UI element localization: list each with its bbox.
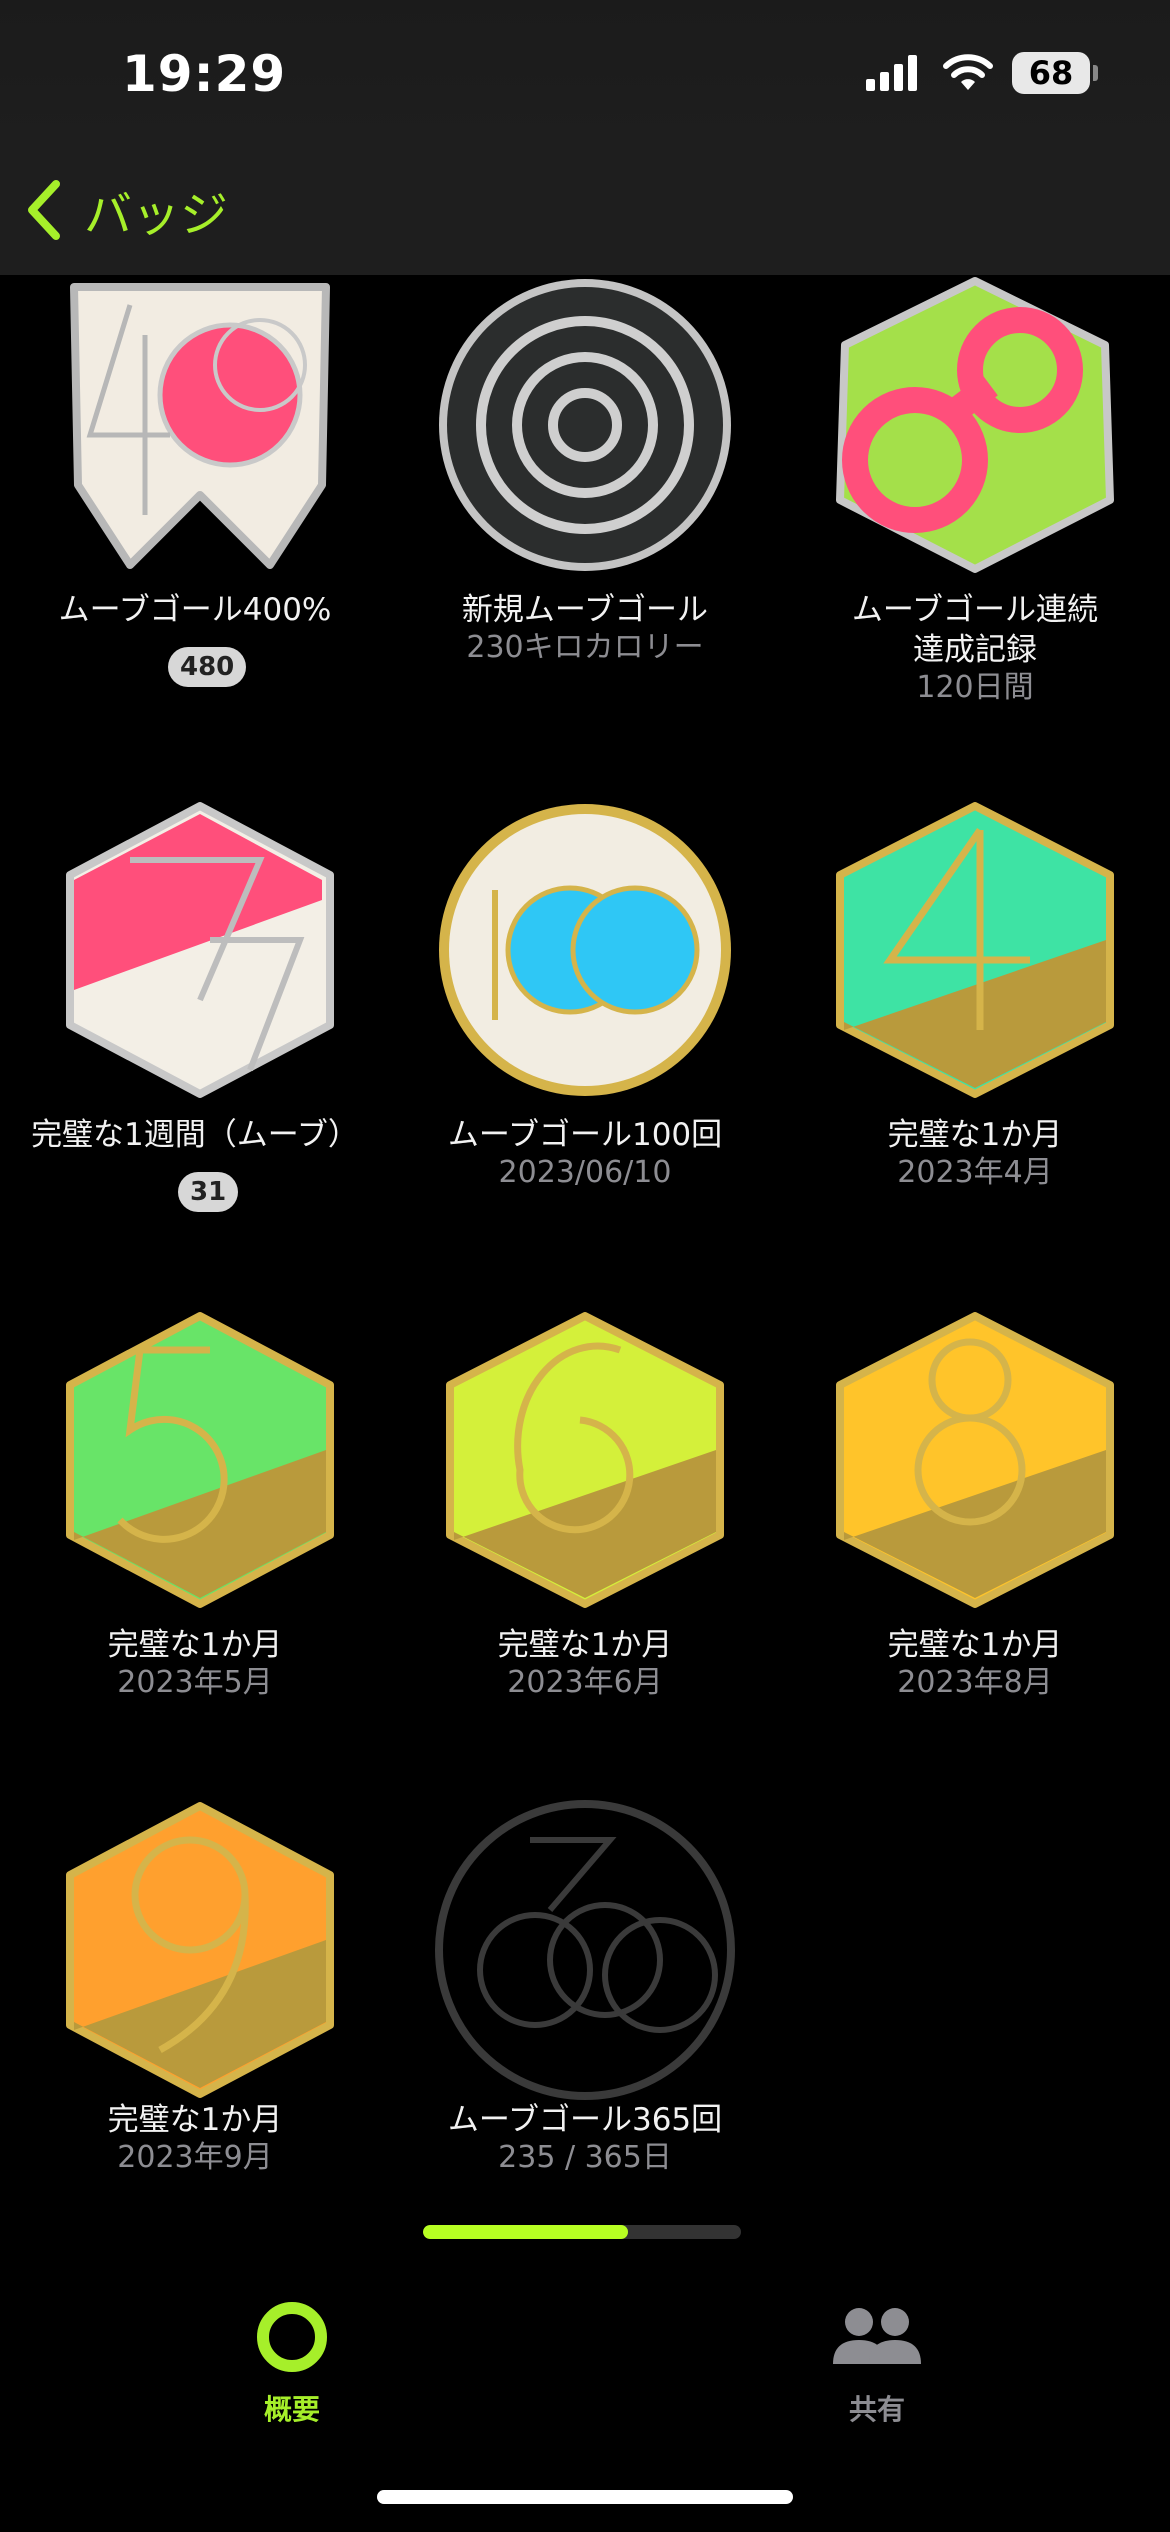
status-bar: 19:29 68 (0, 0, 1170, 150)
badge-title: ムーブゴール連続 (851, 592, 1099, 628)
badge-title: 完璧な1か月 (887, 1117, 1063, 1153)
badge-subtitle: 120日間 (916, 670, 1034, 705)
badge-month-6-icon (446, 1312, 724, 1608)
badge-title: ムーブゴール365回 (447, 2102, 723, 2138)
badge-100-icon (439, 804, 731, 1096)
wifi-icon (943, 54, 993, 90)
badge-title: ムーブゴール100回 (447, 1117, 723, 1153)
back-button[interactable]: バッジ (22, 175, 228, 245)
badge-count: 480 (168, 647, 247, 687)
badge-400-icon (70, 283, 330, 569)
badge-subtitle: 230キロカロリー (466, 630, 704, 665)
badge-progress-fill (423, 2225, 628, 2239)
tab-sharing-label: 共有 (848, 2393, 905, 2426)
activity-ring-icon (257, 2302, 327, 2372)
back-label: バッジ (84, 187, 229, 243)
badge-title-line2: 達成記録 (913, 632, 1037, 668)
badge-title: 新規ムーブゴール (461, 592, 709, 628)
badge-subtitle: 2023年5月 (117, 1665, 273, 1700)
badge-title: 完璧な1か月 (107, 2102, 283, 2138)
people-icon (833, 2308, 921, 2364)
badge-title: 完璧な1か月 (497, 1627, 673, 1663)
tab-summary[interactable]: 概要 (192, 2300, 392, 2428)
badge-subtitle: 2023年8月 (897, 1665, 1053, 1700)
chevron-left-icon (28, 180, 60, 240)
badge-365-icon (435, 1800, 735, 2100)
badge-title: 完璧な1か月 (887, 1627, 1063, 1663)
status-time: 19:29 (122, 45, 287, 103)
badge-week-icon (66, 802, 334, 1098)
badge-month-8-icon (836, 1312, 1114, 1608)
cellular-signal-icon (866, 55, 917, 91)
badge-count: 31 (178, 1172, 239, 1212)
badge-title: 完璧な1週間（ムーブ） (31, 1117, 359, 1153)
badge-month-9-icon (66, 1802, 334, 2098)
badge-title: 完璧な1か月 (107, 1627, 283, 1663)
badge-progress-bar (423, 2225, 741, 2239)
battery-indicator: 68 (1012, 52, 1098, 94)
badge-streak-icon (836, 277, 1114, 573)
badge-subtitle: 2023年9月 (117, 2140, 273, 2175)
badge-title: ムーブゴール400% (58, 592, 332, 628)
badge-month-4-icon (836, 802, 1114, 1098)
target-icon (439, 279, 731, 571)
badge-subtitle: 2023年6月 (507, 1665, 663, 1700)
badge-month-5-icon (66, 1312, 334, 1608)
badge-subtitle: 2023/06/10 (498, 1155, 672, 1190)
nav-bar: バッジ (0, 150, 1170, 275)
tab-sharing[interactable]: 共有 (777, 2300, 977, 2428)
tab-summary-label: 概要 (263, 2393, 320, 2426)
home-indicator (377, 2490, 793, 2504)
status-icons: 68 (866, 52, 1098, 94)
badge-subtitle: 2023年4月 (897, 1155, 1053, 1190)
badge-subtitle: 235 / 365日 (498, 2140, 672, 2175)
